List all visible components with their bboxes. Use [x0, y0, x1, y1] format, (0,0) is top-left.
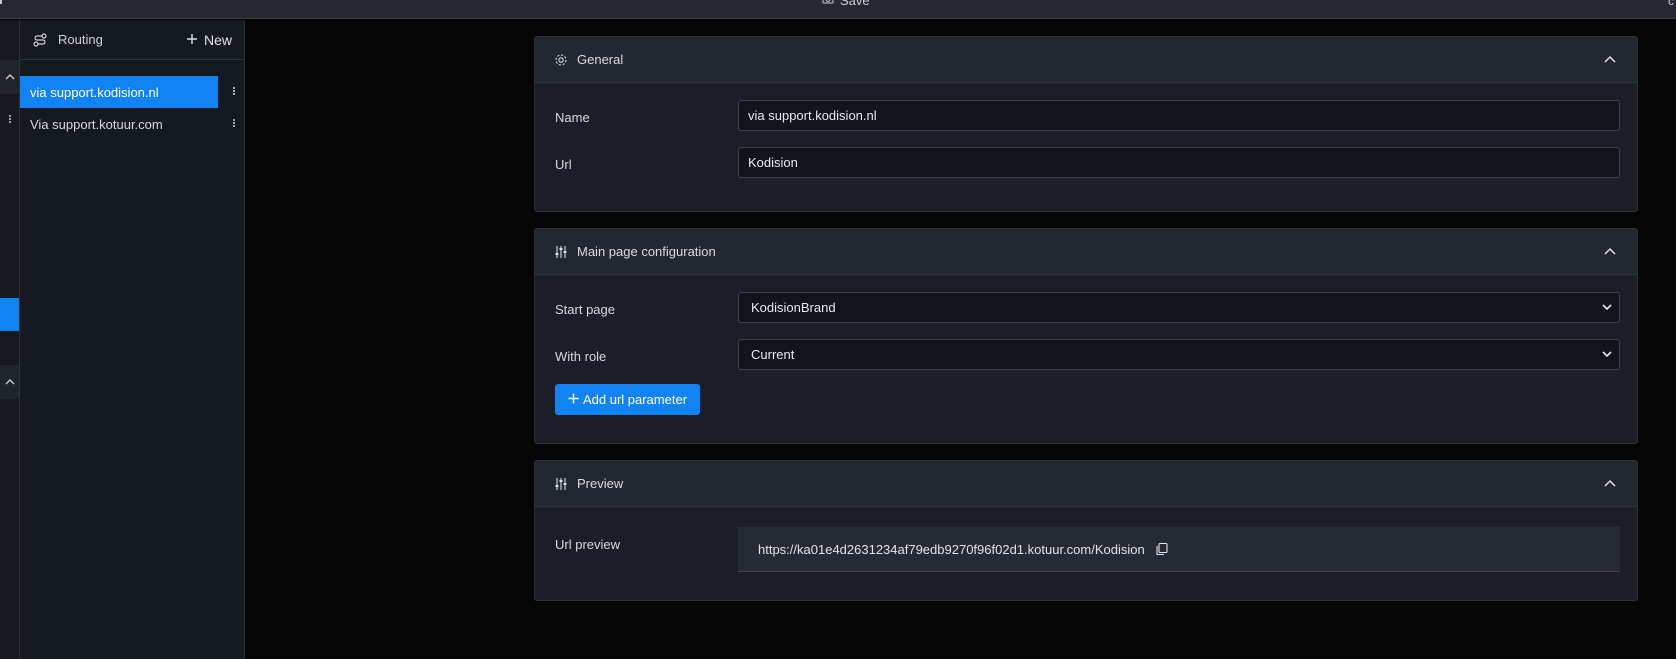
url-preview-box: https://ka01e4d2631234af79edb9270f96f02d…	[738, 527, 1620, 572]
preview-panel-header[interactable]: Preview	[535, 461, 1637, 507]
top-toolbar: Save c	[0, 0, 1676, 19]
copy-icon[interactable]	[1155, 542, 1169, 556]
main-page-panel: Main page configuration Start page Kodis…	[534, 228, 1638, 444]
with-role-label: With role	[555, 349, 607, 364]
kebab-icon[interactable]	[232, 117, 236, 131]
save-label: Save	[840, 0, 870, 8]
with-role-row: With role Current	[535, 331, 1637, 378]
sliders-icon	[554, 477, 568, 491]
general-title: General	[577, 52, 624, 67]
new-route-button[interactable]: New	[186, 32, 232, 48]
url-field[interactable]: Kodision	[738, 147, 1620, 178]
preview-title: Preview	[577, 476, 624, 491]
with-role-value: Current	[751, 347, 795, 362]
name-row: Name via support.kodision.nl	[535, 92, 1637, 139]
general-panel: General Name via support.kodision.nl Url…	[534, 36, 1638, 212]
chevron-down-icon	[1601, 301, 1613, 313]
sliders-icon	[554, 245, 568, 259]
new-label: New	[203, 31, 232, 48]
rail-kebab-icon[interactable]	[0, 108, 19, 130]
plus-icon	[186, 32, 198, 48]
plus-icon	[568, 392, 579, 407]
sidebar-header: Routing New	[20, 20, 244, 60]
url-preview-value: https://ka01e4d2631234af79edb9270f96f02d…	[758, 541, 1145, 557]
url-row: Url Kodision	[535, 139, 1637, 186]
sidebar-item-kotuur[interactable]: Via support.kotuur.com	[20, 108, 244, 140]
gear-icon	[554, 53, 568, 67]
save-button[interactable]: Save	[822, 0, 870, 8]
add-url-parameter-label: Add url parameter	[582, 392, 688, 407]
rail-chevron-up-icon[interactable]	[0, 60, 19, 94]
routing-sidebar: Routing New via support.kodision.nl Via …	[20, 20, 245, 659]
chevron-up-icon[interactable]	[1603, 245, 1617, 259]
rail-chevron-up-icon-2[interactable]	[0, 365, 19, 399]
url-preview-row: Url preview https://ka01e4d2631234af79ed…	[535, 507, 1637, 601]
name-label: Name	[555, 110, 590, 125]
sidebar-item-kodision[interactable]: via support.kodision.nl	[20, 76, 244, 108]
general-panel-header[interactable]: General	[535, 37, 1637, 83]
main-page-panel-header[interactable]: Main page configuration	[535, 229, 1637, 275]
with-role-select[interactable]: Current	[738, 339, 1620, 370]
sidebar-item-label: Via support.kotuur.com	[30, 116, 163, 132]
preview-panel: Preview Url preview https://ka01e4d26312…	[534, 460, 1638, 601]
url-label: Url	[555, 157, 572, 172]
kebab-icon[interactable]	[232, 85, 236, 99]
toolbar-edge-left	[0, 0, 2, 4]
toolbar-edge-icon[interactable]: c	[1668, 0, 1674, 8]
start-page-select[interactable]: KodisionBrand	[738, 292, 1620, 323]
route-icon	[32, 32, 48, 48]
camera-icon	[822, 0, 834, 8]
chevron-down-icon	[1601, 348, 1613, 360]
start-page-row: Start page KodisionBrand	[535, 284, 1637, 331]
chevron-up-icon[interactable]	[1603, 53, 1617, 67]
start-page-label: Start page	[555, 302, 615, 317]
chevron-up-icon[interactable]	[1603, 477, 1617, 491]
sidebar-item-label: via support.kodision.nl	[30, 84, 159, 100]
name-field[interactable]: via support.kodision.nl	[738, 100, 1620, 131]
sidebar-title: Routing	[58, 32, 103, 47]
rail-active-item[interactable]	[0, 298, 19, 331]
start-page-value: KodisionBrand	[751, 300, 836, 315]
left-rail	[0, 20, 20, 659]
main-page-title: Main page configuration	[577, 244, 716, 259]
add-url-parameter-button[interactable]: Add url parameter	[555, 384, 700, 415]
url-preview-label: Url preview	[555, 537, 621, 552]
